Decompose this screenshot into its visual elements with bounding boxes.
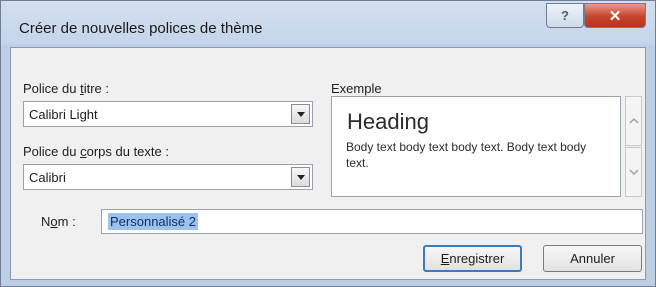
chevron-down-icon[interactable] [291, 167, 310, 187]
save-button[interactable]: Enregistrer [423, 245, 522, 272]
scroll-up-button[interactable] [625, 96, 642, 146]
access-key: o [50, 214, 58, 229]
chevron-up-icon [629, 117, 639, 124]
heading-font-value: Calibri Light [29, 107, 98, 122]
dialog-title: Créer de nouvelles polices de thème [19, 20, 263, 37]
name-label: Nom : [41, 214, 76, 229]
sample-body-text: Body text body text body text. Body text… [346, 140, 587, 170]
close-icon: ✕ [608, 7, 622, 25]
dialog-window: Créer de nouvelles polices de thème ? ✕ … [0, 0, 656, 287]
sample-label: Exemple [331, 81, 382, 96]
close-button[interactable]: ✕ [584, 3, 646, 28]
dialog-body: Police du titre : Calibri Light Police d… [10, 47, 646, 280]
heading-font-label: Police du titre : [23, 81, 110, 96]
body-font-value: Calibri [29, 170, 66, 185]
help-button[interactable]: ? [546, 3, 584, 28]
title-bar[interactable]: Créer de nouvelles polices de thème ? ✕ [1, 1, 655, 45]
cancel-button[interactable]: Annuler [543, 245, 642, 272]
sample-heading: Heading [347, 109, 429, 134]
heading-font-select[interactable]: Calibri Light [23, 101, 313, 127]
name-field[interactable]: Personnalisé 2 [101, 209, 643, 234]
question-mark-icon: ? [561, 8, 569, 23]
sample-preview: Heading Body text body text body text. B… [331, 96, 621, 197]
chevron-down-icon[interactable] [291, 104, 310, 124]
name-field-value: Personnalisé 2 [108, 213, 198, 230]
body-font-label: Police du corps du texte : [23, 144, 169, 159]
scroll-down-button[interactable] [625, 147, 642, 197]
body-font-select[interactable]: Calibri [23, 164, 313, 190]
chevron-down-icon [629, 169, 639, 176]
